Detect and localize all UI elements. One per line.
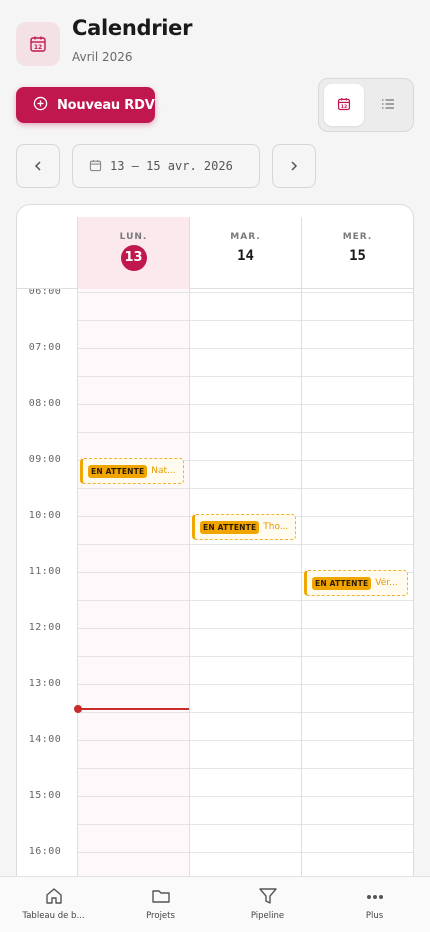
nav-label: Plus bbox=[365, 911, 384, 921]
calendar-view-button[interactable]: 12 bbox=[324, 84, 364, 126]
day-number: 13 bbox=[120, 245, 147, 271]
svg-text:12: 12 bbox=[341, 103, 347, 109]
chevron-left-icon bbox=[32, 157, 44, 176]
calendar-screen: 12 Calendrier Avril 2026 Nouveau RDV 12 bbox=[0, 0, 430, 932]
day-of-week: MAR. bbox=[230, 232, 261, 242]
nav-item-pipeline[interactable]: Pipeline bbox=[214, 885, 321, 921]
appointment-event[interactable]: EN ATTENTE Tho... bbox=[192, 514, 296, 540]
more-icon bbox=[321, 885, 428, 907]
day-header-tuesday[interactable]: MAR. 14 bbox=[189, 217, 301, 289]
time-label: 15:00 bbox=[28, 790, 62, 801]
half-hour-line bbox=[77, 768, 413, 769]
day-header-row: LUN. 13 MAR. 14 MER. 15 bbox=[17, 217, 413, 289]
nav-label: Pipeline bbox=[250, 911, 285, 921]
half-hour-line bbox=[77, 320, 413, 321]
half-hour-line bbox=[77, 432, 413, 433]
time-label: 14:00 bbox=[28, 734, 62, 745]
day-number: 15 bbox=[349, 248, 366, 264]
day-of-week: MER. bbox=[342, 232, 373, 242]
time-label: 07:00 bbox=[28, 342, 62, 353]
date-range-label: 13 – 15 avr. 2026 bbox=[110, 159, 233, 173]
day-header-wednesday[interactable]: MER. 15 bbox=[301, 217, 413, 289]
next-period-button[interactable] bbox=[272, 144, 316, 188]
calendar-grid: LUN. 13 MAR. 14 MER. 15 06:00 07:00 08:00 0… bbox=[16, 204, 414, 904]
list-icon bbox=[381, 96, 395, 115]
home-icon bbox=[0, 885, 107, 907]
chevron-right-icon bbox=[288, 157, 300, 176]
half-hour-line bbox=[77, 656, 413, 657]
time-label: 09:00 bbox=[28, 454, 62, 465]
half-hour-line bbox=[77, 544, 413, 545]
current-time-dot bbox=[74, 705, 82, 713]
calendar-icon bbox=[89, 157, 102, 176]
bottom-navigation: Tableau de b... Projets Pipeline Plus bbox=[0, 876, 430, 932]
status-badge: EN ATTENTE bbox=[88, 464, 148, 478]
new-appointment-button[interactable]: Nouveau RDV bbox=[16, 87, 155, 123]
nav-item-dashboard[interactable]: Tableau de b... bbox=[0, 885, 107, 921]
event-client-name: Nat... bbox=[151, 466, 176, 476]
new-appointment-label: Nouveau RDV bbox=[57, 97, 155, 113]
time-grid[interactable]: 06:00 07:00 08:00 09:00 10:00 11:00 12:00 13:00… bbox=[17, 289, 413, 903]
nav-label: Projets bbox=[146, 911, 175, 921]
svg-text:12: 12 bbox=[34, 44, 42, 51]
event-client-name: Tho... bbox=[263, 522, 289, 532]
status-badge: EN ATTENTE bbox=[200, 520, 260, 534]
calendar-icon: 12 bbox=[337, 96, 351, 115]
day-header-monday[interactable]: LUN. 13 bbox=[77, 217, 189, 289]
event-client-name: Vér... bbox=[375, 578, 398, 588]
hour-line bbox=[77, 292, 413, 293]
calendar-icon: 12 bbox=[16, 22, 60, 66]
time-label: 11:00 bbox=[28, 566, 62, 577]
current-time-line bbox=[77, 708, 189, 710]
nav-item-more[interactable]: Plus bbox=[321, 885, 428, 921]
date-range-button[interactable]: 13 – 15 avr. 2026 bbox=[72, 144, 260, 188]
time-label: 08:00 bbox=[28, 398, 62, 409]
list-view-button[interactable] bbox=[368, 84, 408, 126]
half-hour-line bbox=[77, 824, 413, 825]
today-column bbox=[77, 289, 189, 903]
view-toggle: 12 bbox=[318, 78, 414, 132]
hour-line bbox=[77, 684, 413, 685]
half-hour-line bbox=[77, 712, 413, 713]
half-hour-line bbox=[77, 376, 413, 377]
page-title: Calendrier bbox=[72, 16, 193, 40]
page-subtitle: Avril 2026 bbox=[72, 50, 133, 64]
half-hour-line bbox=[77, 600, 413, 601]
hour-line bbox=[77, 404, 413, 405]
page-header: 12 Calendrier Avril 2026 bbox=[16, 16, 414, 68]
appointment-event[interactable]: EN ATTENTE Vér... bbox=[304, 570, 408, 596]
hour-line bbox=[77, 796, 413, 797]
appointment-event[interactable]: EN ATTENTE Nat... bbox=[80, 458, 184, 484]
folder-icon bbox=[107, 885, 214, 907]
column-divider bbox=[189, 289, 190, 903]
status-badge: EN ATTENTE bbox=[312, 576, 372, 590]
hour-line bbox=[77, 348, 413, 349]
previous-period-button[interactable] bbox=[16, 144, 60, 188]
nav-item-projects[interactable]: Projets bbox=[107, 885, 214, 921]
day-number: 14 bbox=[237, 248, 254, 264]
time-label: 13:00 bbox=[28, 678, 62, 689]
column-divider bbox=[301, 289, 302, 903]
hour-line bbox=[77, 628, 413, 629]
time-label: 12:00 bbox=[28, 622, 62, 633]
time-label: 16:00 bbox=[28, 846, 62, 857]
time-label: 10:00 bbox=[28, 510, 62, 521]
hour-line bbox=[77, 852, 413, 853]
nav-label: Tableau de b... bbox=[22, 911, 85, 921]
day-of-week: LUN. bbox=[119, 232, 148, 242]
hour-line bbox=[77, 740, 413, 741]
filter-icon bbox=[214, 885, 321, 907]
column-divider bbox=[77, 289, 78, 903]
half-hour-line bbox=[77, 488, 413, 489]
plus-circle-icon bbox=[33, 96, 48, 115]
time-label: 06:00 bbox=[28, 289, 62, 297]
